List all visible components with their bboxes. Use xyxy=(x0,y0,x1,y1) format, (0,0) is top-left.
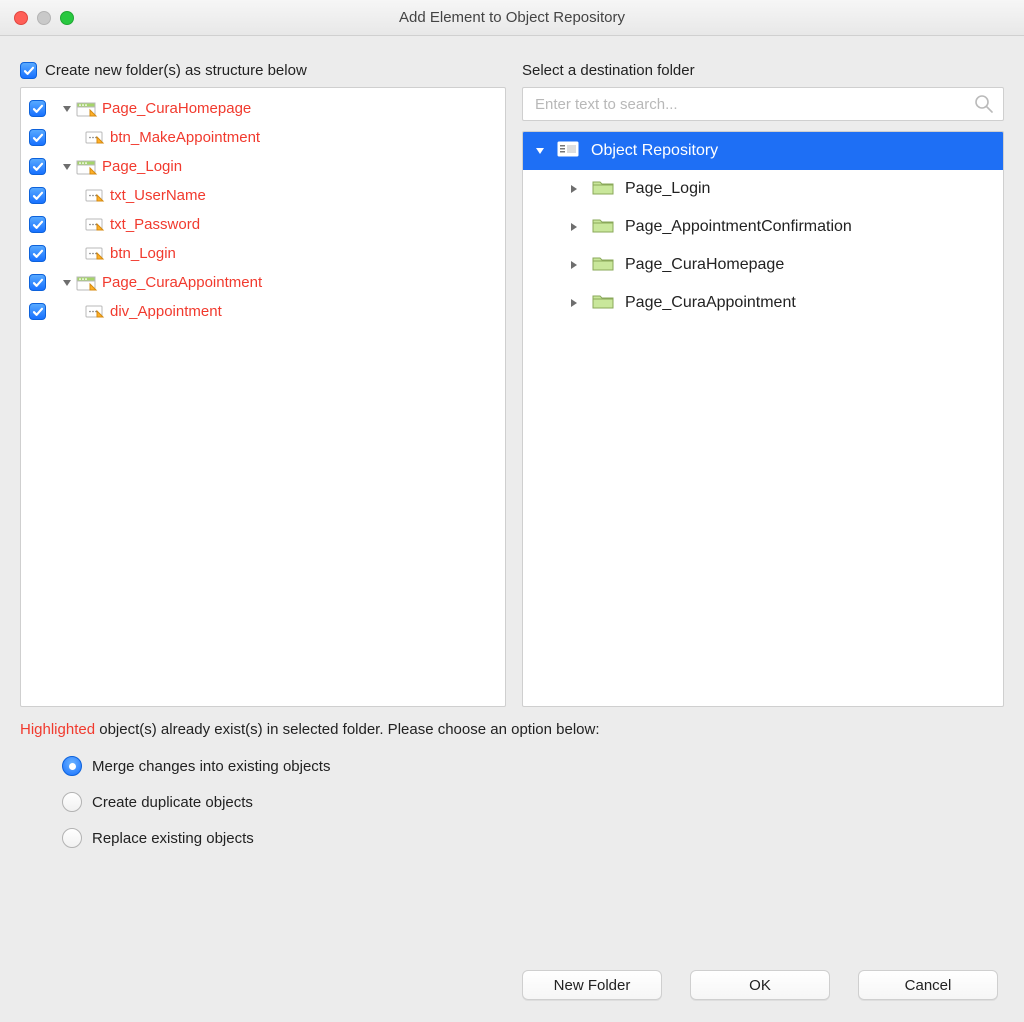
tree-object-label: txt_Password xyxy=(110,216,200,233)
chevron-down-icon[interactable] xyxy=(60,102,74,116)
chevron-right-icon[interactable] xyxy=(567,296,581,310)
folder-icon xyxy=(591,215,615,240)
new-folder-button[interactable]: New Folder xyxy=(522,970,662,1000)
search-icon xyxy=(974,94,994,114)
page-folder-icon xyxy=(76,158,98,176)
test-object-icon xyxy=(84,129,106,147)
page-folder-icon xyxy=(76,274,98,292)
destination-folder-label: Page_CuraHomepage xyxy=(625,256,784,274)
merge-option-radio[interactable] xyxy=(62,756,82,776)
test-object-icon xyxy=(84,303,106,321)
cancel-button[interactable]: Cancel xyxy=(858,970,998,1000)
tree-object-row[interactable]: btn_Login xyxy=(25,239,501,268)
chevron-right-icon[interactable] xyxy=(567,220,581,234)
replace-option-label: Replace existing objects xyxy=(92,830,254,847)
tree-folder-row[interactable]: Page_CuraHomepage xyxy=(25,94,501,123)
destination-tree-panel[interactable]: Object Repository Page_Login Page_Appoin… xyxy=(522,131,1004,707)
destination-folder-label: Page_Login xyxy=(625,180,710,198)
tree-checkbox[interactable] xyxy=(29,187,46,204)
destination-root-label: Object Repository xyxy=(591,142,718,160)
destination-folder-row[interactable]: Page_Login xyxy=(523,170,1003,208)
destination-root-row[interactable]: Object Repository xyxy=(523,132,1003,170)
test-object-icon xyxy=(84,216,106,234)
tree-object-label: div_Appointment xyxy=(110,303,222,320)
page-folder-icon xyxy=(76,100,98,118)
tree-folder-label: Page_Login xyxy=(102,158,182,175)
folder-icon xyxy=(591,291,615,316)
replace-option-radio[interactable] xyxy=(62,828,82,848)
chevron-down-icon[interactable] xyxy=(533,144,547,158)
folder-icon xyxy=(591,177,615,202)
search-input[interactable] xyxy=(522,87,1004,121)
duplicate-option-label: Create duplicate objects xyxy=(92,794,253,811)
window-title: Add Element to Object Repository xyxy=(0,9,1024,26)
tree-folder-row[interactable]: Page_Login xyxy=(25,152,501,181)
tree-folder-row[interactable]: Page_CuraAppointment xyxy=(25,268,501,297)
destination-folder-label: Page_AppointmentConfirmation xyxy=(625,218,852,236)
create-folder-structure-label: Create new folder(s) as structure below xyxy=(45,62,307,79)
source-tree-panel[interactable]: Page_CuraHomepage btn_MakeAppointment xyxy=(20,87,506,707)
folder-icon xyxy=(591,253,615,278)
merge-option-label: Merge changes into existing objects xyxy=(92,758,330,775)
tree-object-label: btn_Login xyxy=(110,245,176,262)
chevron-down-icon[interactable] xyxy=(60,160,74,174)
destination-folder-row[interactable]: Page_AppointmentConfirmation xyxy=(523,208,1003,246)
tree-object-row[interactable]: txt_Password xyxy=(25,210,501,239)
zoom-window-icon[interactable] xyxy=(60,11,74,25)
tree-checkbox[interactable] xyxy=(29,100,46,117)
tree-checkbox[interactable] xyxy=(29,274,46,291)
tree-checkbox[interactable] xyxy=(29,216,46,233)
tree-folder-label: Page_CuraAppointment xyxy=(102,274,262,291)
traffic-lights xyxy=(0,11,74,25)
tree-object-row[interactable]: btn_MakeAppointment xyxy=(25,123,501,152)
tree-checkbox[interactable] xyxy=(29,245,46,262)
tree-checkbox[interactable] xyxy=(29,158,46,175)
highlighted-word: Highlighted xyxy=(20,721,95,738)
destination-folder-row[interactable]: Page_CuraAppointment xyxy=(523,284,1003,322)
duplicate-option-radio[interactable] xyxy=(62,792,82,812)
tree-folder-label: Page_CuraHomepage xyxy=(102,100,251,117)
titlebar: Add Element to Object Repository xyxy=(0,0,1024,36)
ok-button[interactable]: OK xyxy=(690,970,830,1000)
destination-header: Select a destination folder xyxy=(522,62,1004,79)
destination-folder-label: Page_CuraAppointment xyxy=(625,294,796,312)
note-text: object(s) already exist(s) in selected f… xyxy=(95,721,599,738)
minimize-window-icon xyxy=(37,11,51,25)
conflict-warning-note: Highlighted object(s) already exist(s) i… xyxy=(20,721,1004,738)
tree-checkbox[interactable] xyxy=(29,129,46,146)
tree-object-label: btn_MakeAppointment xyxy=(110,129,260,146)
tree-object-label: txt_UserName xyxy=(110,187,206,204)
chevron-down-icon[interactable] xyxy=(60,276,74,290)
destination-folder-row[interactable]: Page_CuraHomepage xyxy=(523,246,1003,284)
chevron-right-icon[interactable] xyxy=(567,258,581,272)
tree-checkbox[interactable] xyxy=(29,303,46,320)
test-object-icon xyxy=(84,187,106,205)
tree-object-row[interactable]: txt_UserName xyxy=(25,181,501,210)
close-window-icon[interactable] xyxy=(14,11,28,25)
chevron-right-icon[interactable] xyxy=(567,182,581,196)
repository-icon xyxy=(557,139,581,164)
test-object-icon xyxy=(84,245,106,263)
tree-object-row[interactable]: div_Appointment xyxy=(25,297,501,326)
create-folder-structure-checkbox[interactable] xyxy=(20,62,37,79)
